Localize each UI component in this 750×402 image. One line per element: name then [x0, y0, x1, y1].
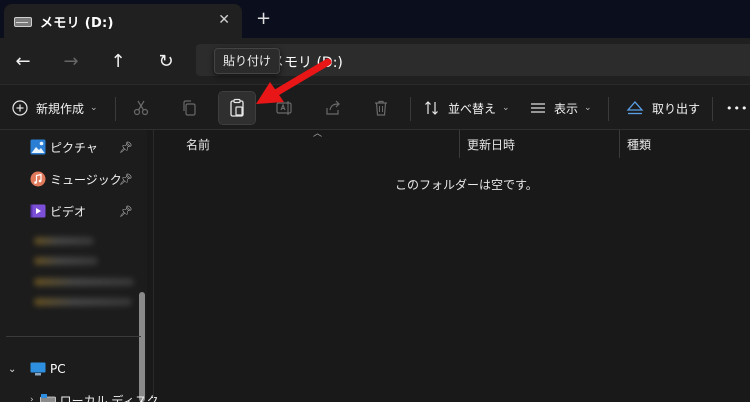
copy-icon	[183, 100, 196, 116]
toolbar-divider	[608, 97, 609, 121]
title-bar: メモリ (D:) ✕ +	[0, 0, 750, 38]
empty-folder-message: このフォルダーは空です。	[395, 178, 538, 192]
sidebar-divider	[6, 336, 141, 337]
redacted-item	[34, 298, 132, 306]
toolbar-divider	[712, 97, 713, 121]
videos-icon	[30, 204, 46, 218]
chevron-down-icon: ⌄	[584, 103, 592, 113]
plus-circle-icon	[12, 100, 28, 116]
trash-icon	[375, 100, 387, 116]
navigation-bar: ← → ↑ ↻ 〔 メモリ (D:)	[0, 38, 750, 84]
sidebar-item-music[interactable]: ミュージック 📌︎	[30, 168, 135, 190]
active-tab[interactable]: メモリ (D:) ✕	[4, 4, 242, 38]
column-header-type[interactable]: 種類	[627, 136, 651, 153]
eject-label: 取り出す	[652, 101, 701, 116]
forward-button[interactable]: →	[57, 47, 85, 75]
toolbar-divider	[115, 97, 116, 121]
column-header-modified[interactable]: 更新日時	[467, 136, 515, 153]
new-tab-button[interactable]: +	[256, 8, 271, 29]
new-button[interactable]: 新規作成 ⌄	[12, 93, 98, 123]
command-bar: 新規作成 ⌄ 並べ替え ⌄ 表示 ⌄ 取り出す •••	[0, 84, 750, 130]
cut-button[interactable]	[124, 93, 158, 123]
column-header-name[interactable]: 名前	[186, 136, 210, 153]
chevron-down-icon[interactable]: ⌄	[8, 364, 22, 375]
more-options-button[interactable]: •••	[726, 93, 748, 123]
pin-icon: 📌︎	[119, 172, 133, 186]
local-disk-label: ローカル ディスク	[59, 393, 159, 402]
sidebar-item-pc[interactable]: ⌄ PC	[8, 358, 66, 380]
paste-button[interactable]	[218, 91, 256, 125]
sort-caret-icon: ︿	[313, 129, 323, 139]
column-divider[interactable]	[459, 130, 460, 158]
redacted-item	[34, 257, 98, 265]
tab-title: メモリ (D:)	[40, 15, 114, 31]
view-label: 表示	[554, 101, 579, 116]
eject-button[interactable]: 取り出す	[626, 93, 700, 123]
view-icon	[531, 103, 545, 113]
pane-splitter[interactable]	[153, 130, 154, 402]
toolbar-divider	[410, 97, 411, 121]
sidebar-item-videos[interactable]: ビデオ 📌︎	[30, 200, 135, 222]
sidebar-item-label: ビデオ	[50, 204, 87, 219]
drive-icon	[39, 394, 56, 402]
column-divider[interactable]	[619, 130, 620, 158]
sidebar-item-label: ピクチャ	[50, 140, 98, 155]
pin-icon: 📌︎	[119, 140, 133, 154]
refresh-button[interactable]: ↻	[152, 47, 180, 75]
clipboard-paste-icon	[230, 98, 244, 117]
music-icon	[30, 171, 46, 187]
chevron-down-icon: ⌄	[90, 103, 98, 113]
new-label: 新規作成	[36, 101, 85, 116]
sort-button[interactable]: 並べ替え ⌄	[424, 93, 510, 123]
delete-button[interactable]	[364, 93, 398, 123]
drive-icon	[14, 15, 32, 27]
view-button[interactable]: 表示 ⌄	[530, 93, 592, 123]
pc-label: PC	[50, 362, 66, 376]
sidebar-item-label: ミュージック	[50, 172, 122, 187]
chevron-down-icon: ⌄	[502, 103, 510, 113]
sidebar-scrollbar[interactable]	[139, 292, 145, 402]
redacted-item	[34, 278, 134, 286]
pin-icon: 📌︎	[119, 204, 133, 218]
computer-icon	[30, 362, 46, 376]
scissors-icon	[133, 100, 149, 116]
close-tab-button[interactable]: ✕	[218, 12, 230, 28]
eject-icon	[626, 101, 644, 115]
up-button[interactable]: ↑	[104, 47, 132, 75]
back-button[interactable]: ←	[9, 47, 37, 75]
redacted-item	[34, 237, 94, 245]
sort-label: 並べ替え	[448, 101, 497, 116]
sidebar-item-pictures[interactable]: ピクチャ 📌︎	[30, 136, 135, 158]
red-arrow-annotation	[256, 58, 332, 104]
chevron-right-icon[interactable]: ›	[30, 395, 34, 402]
copy-button[interactable]	[172, 93, 206, 123]
sidebar-item-local-disk[interactable]: › ローカル ディスク	[30, 390, 159, 402]
pictures-icon	[30, 139, 46, 155]
sort-icon	[425, 101, 438, 115]
